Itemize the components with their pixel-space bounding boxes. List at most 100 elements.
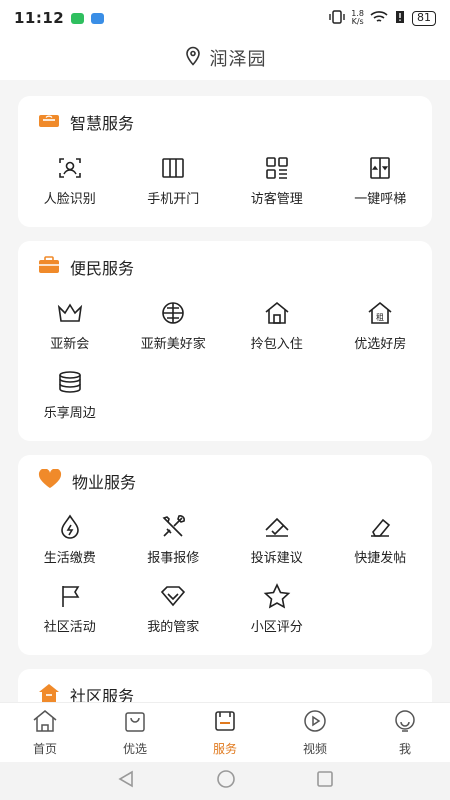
bottom-tab-bar: 首页 优选 服务 视频 我 xyxy=(0,702,450,762)
service-label: 人脸识别 xyxy=(43,192,96,207)
status-time: 11:12 xyxy=(14,9,65,27)
wifi-icon xyxy=(370,10,388,27)
toolbox-icon xyxy=(38,256,60,278)
tools-icon xyxy=(159,513,187,541)
service-label: 投诉建议 xyxy=(250,551,303,566)
alert-icon xyxy=(394,10,406,27)
home-nav-icon[interactable] xyxy=(216,769,236,793)
service-nearby[interactable]: 乐享周边 xyxy=(18,360,122,429)
net-speed: 1.8 K/s xyxy=(351,10,364,26)
back-nav-icon[interactable] xyxy=(116,770,136,792)
service-label: 快捷发帖 xyxy=(354,551,407,566)
diamond-icon xyxy=(159,582,187,610)
home-icon xyxy=(32,709,58,737)
service-label: 小区评分 xyxy=(250,620,303,635)
rent-house-icon: 租 xyxy=(366,299,394,327)
section-title: 社区服务 xyxy=(70,687,135,702)
system-nav-bar xyxy=(0,762,450,800)
tab-label: 优选 xyxy=(122,741,147,756)
face-scan-icon xyxy=(56,154,84,182)
svg-text:租: 租 xyxy=(376,313,384,322)
service-label: 乐享周边 xyxy=(43,406,96,421)
section-header: 社区服务 xyxy=(18,683,432,702)
service-preferred-housing[interactable]: 租 优选好房 xyxy=(329,291,433,360)
play-icon xyxy=(303,709,327,737)
app-notification-icon-2 xyxy=(91,12,105,24)
section-title: 物业服务 xyxy=(72,473,137,492)
service-utility-payment[interactable]: 生活缴费 xyxy=(18,505,122,574)
community-house-icon xyxy=(38,683,60,702)
service-move-in[interactable]: 拎包入住 xyxy=(225,291,329,360)
service-label: 亚新会 xyxy=(50,337,90,352)
battery-indicator: 81 xyxy=(412,10,436,26)
service-yaxin-home[interactable]: 亚新美好家 xyxy=(122,291,226,360)
profile-icon xyxy=(393,709,417,737)
section-header: 智慧服务 xyxy=(18,110,432,134)
house-icon xyxy=(263,299,291,327)
router-icon xyxy=(38,111,60,133)
service-visitor-management[interactable]: 访客管理 xyxy=(225,146,329,215)
service-phone-open-door[interactable]: 手机开门 xyxy=(122,146,226,215)
service-yaxin-club[interactable]: 亚新会 xyxy=(18,291,122,360)
flag-icon xyxy=(56,582,84,610)
service-label: 拎包入住 xyxy=(250,337,303,352)
service-label: 我的管家 xyxy=(147,620,200,635)
elevator-icon xyxy=(366,154,394,182)
section-title: 便民服务 xyxy=(70,259,135,278)
tab-label: 服务 xyxy=(212,741,237,756)
door-icon xyxy=(159,154,187,182)
community-name: 润泽园 xyxy=(209,49,267,70)
service-complaint-suggestion[interactable]: 投诉建议 xyxy=(225,505,329,574)
service-label: 报事报修 xyxy=(147,551,200,566)
section-convenience-services: 便民服务 亚新会 亚新美好家 拎包入住 租 优选好房 乐享周边 xyxy=(18,241,432,441)
tab-me[interactable]: 我 xyxy=(360,703,450,762)
services-content[interactable]: 智慧服务 人脸识别 手机开门 访客管理 一键呼梯 便民服务 亚新会 亚新美好家 … xyxy=(0,82,450,702)
tab-label: 视频 xyxy=(302,741,327,756)
tab-video[interactable]: 视频 xyxy=(270,703,360,762)
recents-nav-icon[interactable] xyxy=(316,770,334,792)
eraser-icon xyxy=(366,513,394,541)
complaint-icon xyxy=(263,513,291,541)
section-header: 物业服务 xyxy=(18,468,432,493)
tab-selected[interactable]: 优选 xyxy=(90,703,180,762)
service-label: 生活缴费 xyxy=(43,551,96,566)
app-notification-icon xyxy=(71,12,85,24)
section-title: 智慧服务 xyxy=(70,114,135,133)
service-community-activities[interactable]: 社区活动 xyxy=(18,574,122,643)
tab-label: 首页 xyxy=(32,741,57,756)
tab-label: 我 xyxy=(398,741,411,756)
shopping-bag-icon xyxy=(123,709,147,737)
section-header: 便民服务 xyxy=(18,255,432,279)
crown-icon xyxy=(56,299,84,327)
service-label: 手机开门 xyxy=(147,192,200,207)
heart-icon xyxy=(38,468,62,493)
coins-icon xyxy=(56,368,84,396)
globe-icon xyxy=(159,299,187,327)
service-face-recognition[interactable]: 人脸识别 xyxy=(18,146,122,215)
service-call-elevator[interactable]: 一键呼梯 xyxy=(329,146,433,215)
water-drop-icon xyxy=(56,513,84,541)
service-label: 优选好房 xyxy=(354,337,407,352)
star-icon xyxy=(263,582,291,610)
service-community-rating[interactable]: 小区评分 xyxy=(225,574,329,643)
service-label: 亚新美好家 xyxy=(140,337,206,352)
section-smart-services: 智慧服务 人脸识别 手机开门 访客管理 一键呼梯 xyxy=(18,96,432,227)
service-my-butler[interactable]: 我的管家 xyxy=(122,574,226,643)
tab-services[interactable]: 服务 xyxy=(180,703,270,762)
service-repair-report[interactable]: 报事报修 xyxy=(122,505,226,574)
service-label: 一键呼梯 xyxy=(354,192,407,207)
service-icon xyxy=(213,709,237,737)
net-speed-unit: K/s xyxy=(351,17,364,26)
tab-home[interactable]: 首页 xyxy=(0,703,90,762)
page-header[interactable]: 润泽园 xyxy=(0,36,450,80)
status-bar: 11:12 1.8 K/s 81 xyxy=(0,0,450,36)
location-pin-icon xyxy=(184,46,202,70)
grid-icon xyxy=(263,154,291,182)
service-label: 访客管理 xyxy=(250,192,303,207)
section-property-services: 物业服务 生活缴费 报事报修 投诉建议 快捷发帖 社区活动 我的管家 小区评分 xyxy=(18,455,432,655)
status-icons: 1.8 K/s 81 xyxy=(329,10,436,27)
vibrate-icon xyxy=(329,9,345,27)
service-label: 社区活动 xyxy=(43,620,96,635)
service-quick-post[interactable]: 快捷发帖 xyxy=(329,505,433,574)
section-community-services: 社区服务 xyxy=(18,669,432,702)
